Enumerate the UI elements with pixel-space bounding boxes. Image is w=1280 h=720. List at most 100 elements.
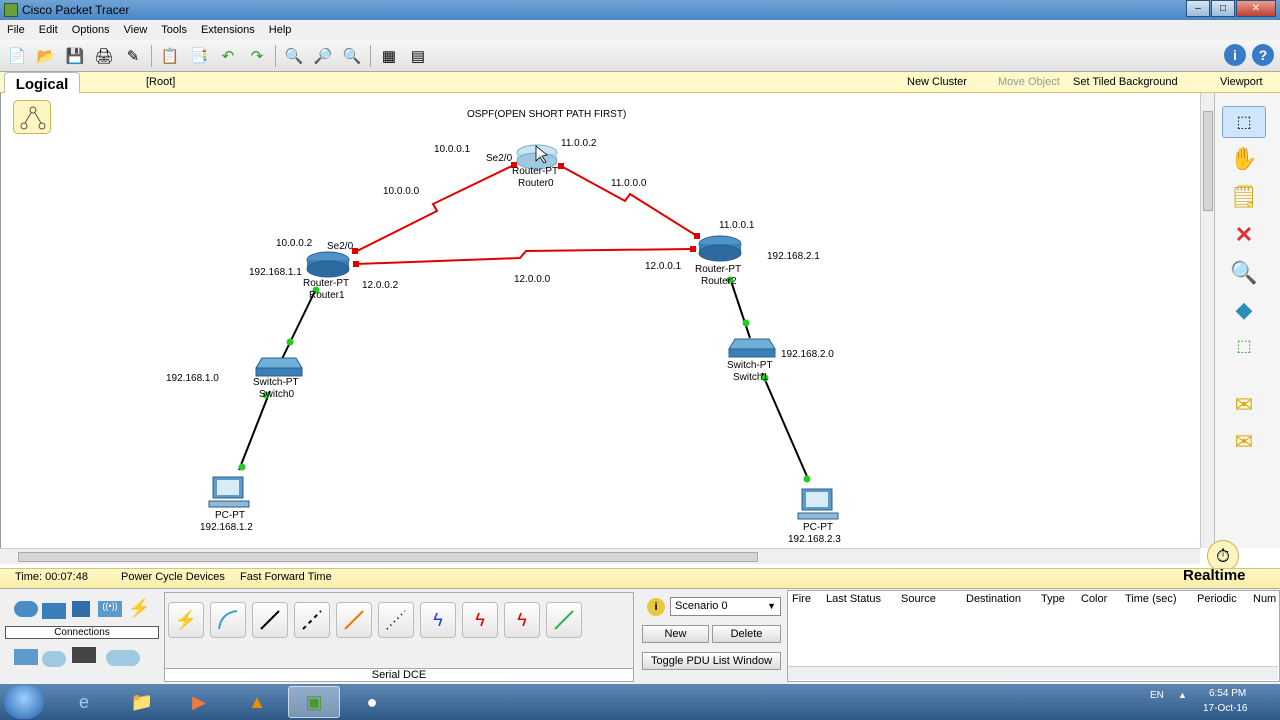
internet-explorer-icon[interactable]: e bbox=[58, 686, 110, 718]
zoom-out-icon[interactable]: 🔍 bbox=[341, 45, 363, 67]
zoom-reset-icon[interactable]: 🔎 bbox=[312, 45, 334, 67]
pdu-column-type[interactable]: Type bbox=[1041, 593, 1065, 605]
add-simple-pdu-icon[interactable]: ✉ bbox=[1222, 389, 1266, 421]
serial-dte-cable-icon[interactable]: ϟ bbox=[504, 602, 540, 638]
pc1-device[interactable] bbox=[797, 488, 839, 520]
routers-category-icon[interactable] bbox=[14, 601, 38, 617]
router2-device[interactable] bbox=[698, 235, 742, 262]
custom-device-icon[interactable]: ▤ bbox=[407, 45, 429, 67]
obs-icon[interactable]: ● bbox=[346, 686, 398, 718]
menu-help[interactable]: Help bbox=[262, 24, 299, 36]
new-cluster-button[interactable]: New Cluster bbox=[907, 76, 967, 88]
serial-link-r1-r2[interactable] bbox=[355, 248, 694, 265]
ethernet-link-r2-sw1[interactable] bbox=[729, 277, 751, 339]
set-tiled-background-button[interactable]: Set Tiled Background bbox=[1073, 76, 1178, 88]
wan-emulation-category-icon[interactable] bbox=[42, 651, 66, 667]
print-icon[interactable]: 🖨 bbox=[93, 45, 115, 67]
delete-scenario-button[interactable]: Delete bbox=[712, 625, 781, 643]
serial-link-r0-r1[interactable] bbox=[354, 164, 515, 253]
menu-edit[interactable]: Edit bbox=[32, 24, 65, 36]
console-cable-icon[interactable] bbox=[210, 602, 246, 638]
add-complex-pdu-icon[interactable]: ✉ bbox=[1222, 426, 1266, 458]
ethernet-link-sw0-pc0[interactable] bbox=[238, 390, 271, 471]
serial-dce-cable-icon[interactable]: ϟ bbox=[462, 602, 498, 638]
switches-category-icon[interactable] bbox=[42, 603, 66, 619]
toggle-pdu-list-button[interactable]: Toggle PDU List Window bbox=[642, 652, 781, 670]
end-devices-category-icon[interactable] bbox=[14, 649, 38, 665]
custom-devices-category-icon[interactable] bbox=[72, 647, 96, 663]
copy-icon[interactable]: 📋 bbox=[159, 45, 181, 67]
auto-connection-cable-icon[interactable]: ⚡ bbox=[168, 602, 204, 638]
menu-file[interactable]: File bbox=[0, 24, 32, 36]
file-explorer-icon[interactable]: 📁 bbox=[116, 686, 168, 718]
coaxial-cable-icon[interactable]: ϟ bbox=[420, 602, 456, 638]
inspect-tool-icon[interactable]: 🔍 bbox=[1222, 257, 1266, 289]
octal-cable-icon[interactable] bbox=[546, 602, 582, 638]
note-tool-icon[interactable]: 🗒 bbox=[1222, 181, 1266, 213]
realtime-mode-label[interactable]: Realtime bbox=[1183, 567, 1246, 584]
crossover-cable-icon[interactable] bbox=[294, 602, 330, 638]
menu-tools[interactable]: Tools bbox=[154, 24, 194, 36]
pdu-column-time[interactable]: Time (sec) bbox=[1125, 593, 1177, 605]
pc0-device[interactable] bbox=[208, 476, 250, 508]
fast-forward-button[interactable]: Fast Forward Time bbox=[240, 571, 332, 583]
router1-device[interactable] bbox=[306, 251, 350, 278]
cable-scrollbar[interactable] bbox=[168, 652, 632, 666]
workspace-horizontal-scrollbar[interactable] bbox=[0, 548, 1200, 564]
pdu-column-num[interactable]: Num bbox=[1253, 593, 1279, 605]
delete-tool-icon[interactable]: ✕ bbox=[1222, 219, 1266, 251]
minimize-button[interactable]: – bbox=[1186, 0, 1210, 17]
pdu-column-fire[interactable]: Fire bbox=[792, 593, 811, 605]
pdu-column-periodic[interactable]: Periodic bbox=[1197, 593, 1237, 605]
vlc-icon[interactable]: ▲ bbox=[231, 686, 283, 718]
phone-cable-icon[interactable] bbox=[378, 602, 414, 638]
menu-view[interactable]: View bbox=[117, 24, 155, 36]
save-icon[interactable]: 💾 bbox=[64, 45, 86, 67]
draw-shape-tool-icon[interactable]: ◆ bbox=[1222, 294, 1266, 326]
ethernet-link-sw1-pc1[interactable] bbox=[761, 372, 810, 482]
close-button[interactable]: ✕ bbox=[1236, 0, 1276, 17]
switch1-device[interactable] bbox=[728, 338, 776, 358]
paste-icon[interactable]: 📑 bbox=[188, 45, 210, 67]
menu-options[interactable]: Options bbox=[65, 24, 117, 36]
move-object-button[interactable]: Move Object bbox=[998, 76, 1060, 88]
clock-time[interactable]: 6:54 PM bbox=[1209, 688, 1246, 699]
scenario-info-icon[interactable]: i bbox=[647, 598, 665, 616]
scenario-select[interactable]: Scenario 0 ▼ bbox=[670, 597, 781, 616]
info-icon[interactable]: i bbox=[1224, 44, 1246, 66]
zoom-in-icon[interactable]: 🔍 bbox=[283, 45, 305, 67]
redo-icon[interactable]: ↷ bbox=[246, 45, 268, 67]
hand-tool-icon[interactable]: ✋ bbox=[1222, 143, 1266, 175]
hubs-category-icon[interactable] bbox=[72, 601, 90, 617]
fiber-cable-icon[interactable] bbox=[336, 602, 372, 638]
viewport-button[interactable]: Viewport bbox=[1220, 76, 1263, 88]
scroll-thumb[interactable] bbox=[18, 552, 758, 562]
media-player-icon[interactable]: ▶ bbox=[173, 686, 225, 718]
undo-icon[interactable]: ↶ bbox=[217, 45, 239, 67]
power-cycle-button[interactable]: Power Cycle Devices bbox=[121, 571, 225, 583]
straight-through-cable-icon[interactable] bbox=[252, 602, 288, 638]
clock-date[interactable]: 17-Oct-16 bbox=[1203, 703, 1247, 714]
open-folder-icon[interactable]: 📂 bbox=[35, 45, 57, 67]
scroll-thumb[interactable] bbox=[1203, 111, 1213, 211]
pdu-column-color[interactable]: Color bbox=[1081, 593, 1107, 605]
resize-shape-tool-icon[interactable]: ⬚ bbox=[1222, 330, 1266, 362]
palette-icon[interactable]: ▦ bbox=[378, 45, 400, 67]
multiuser-category-icon[interactable] bbox=[106, 650, 140, 666]
new-file-icon[interactable]: 📄 bbox=[6, 45, 28, 67]
switch0-device[interactable] bbox=[255, 357, 303, 377]
pdu-column-destination[interactable]: Destination bbox=[966, 593, 1021, 605]
root-breadcrumb[interactable]: [Root] bbox=[146, 76, 175, 88]
select-tool-icon[interactable]: ⬚ bbox=[1222, 106, 1266, 138]
maximize-button[interactable]: □ bbox=[1211, 0, 1235, 17]
tray-expand-icon[interactable]: ▲ bbox=[1178, 690, 1187, 700]
language-indicator[interactable]: EN bbox=[1150, 690, 1164, 701]
pdu-column-last-status[interactable]: Last Status bbox=[826, 593, 881, 605]
serial-link-r0-r2[interactable] bbox=[560, 165, 698, 237]
pdu-horizontal-scrollbar[interactable] bbox=[788, 666, 1278, 680]
start-button[interactable] bbox=[4, 685, 44, 719]
workspace-vertical-scrollbar[interactable] bbox=[1200, 93, 1214, 548]
activity-wizard-icon[interactable]: ✎ bbox=[122, 45, 144, 67]
canvas-note[interactable]: OSPF(OPEN SHORT PATH FIRST) bbox=[467, 109, 626, 120]
connections-category-icon[interactable]: ⚡ bbox=[128, 598, 152, 618]
